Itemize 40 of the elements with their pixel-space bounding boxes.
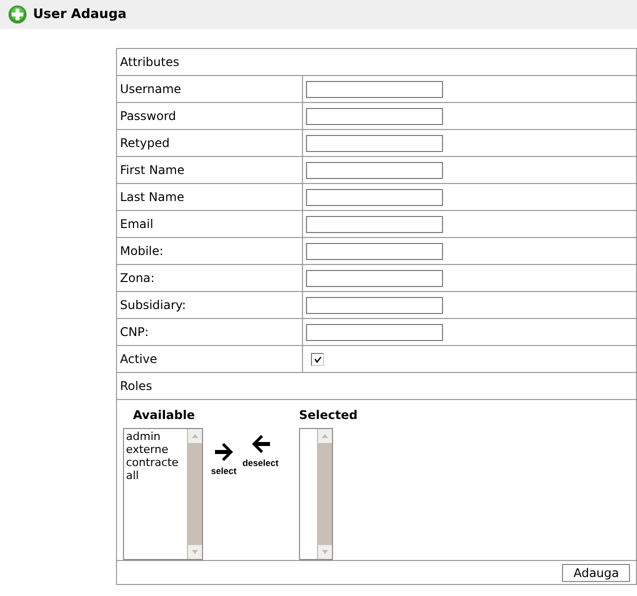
field-label: CNP: bbox=[117, 319, 303, 345]
left-arrow-icon bbox=[250, 434, 272, 454]
page-title: User Adauga bbox=[33, 7, 127, 22]
check-icon bbox=[314, 356, 322, 362]
input-field[interactable] bbox=[306, 188, 443, 206]
input-field[interactable] bbox=[306, 162, 443, 178]
input-field[interactable] bbox=[306, 80, 443, 98]
list-title: Selected bbox=[299, 408, 358, 422]
input-field[interactable] bbox=[306, 108, 443, 124]
input-field[interactable] bbox=[306, 134, 443, 152]
available-list[interactable]: admin externe contracte all bbox=[123, 428, 203, 560]
list-title: Available bbox=[132, 408, 196, 422]
field-label: First Name bbox=[117, 157, 303, 183]
right-arrow-icon bbox=[212, 442, 235, 462]
field-label: Retyped bbox=[117, 130, 303, 156]
deselect-button[interactable]: deselect bbox=[242, 434, 279, 560]
submit-button[interactable]: Adauga bbox=[562, 564, 630, 582]
field-label: Active bbox=[117, 346, 303, 372]
field-label: Subsidiary: bbox=[117, 292, 303, 318]
field-label: Zona: bbox=[117, 265, 303, 291]
checkbox[interactable] bbox=[311, 352, 324, 366]
field-label: Username bbox=[117, 76, 303, 102]
field-label: Email bbox=[117, 211, 303, 237]
list-item[interactable]: all bbox=[126, 469, 185, 482]
field-label: Mobile: bbox=[117, 238, 303, 264]
section-title: Attributes bbox=[117, 49, 636, 76]
input-field[interactable] bbox=[306, 216, 443, 232]
section-title: Roles bbox=[117, 373, 636, 400]
field-label: Password bbox=[117, 103, 303, 129]
input-field[interactable] bbox=[306, 296, 443, 314]
list-item[interactable]: contracte bbox=[126, 456, 185, 469]
field-label: Last Name bbox=[117, 184, 303, 210]
selected-list[interactable] bbox=[299, 428, 333, 560]
select-button[interactable]: select bbox=[211, 442, 237, 560]
add-icon bbox=[8, 5, 27, 24]
list-item[interactable]: admin bbox=[126, 430, 185, 443]
input-field[interactable] bbox=[306, 324, 443, 340]
list-item[interactable]: externe bbox=[126, 443, 185, 456]
input-field[interactable] bbox=[306, 270, 443, 286]
input-field[interactable] bbox=[306, 242, 443, 260]
